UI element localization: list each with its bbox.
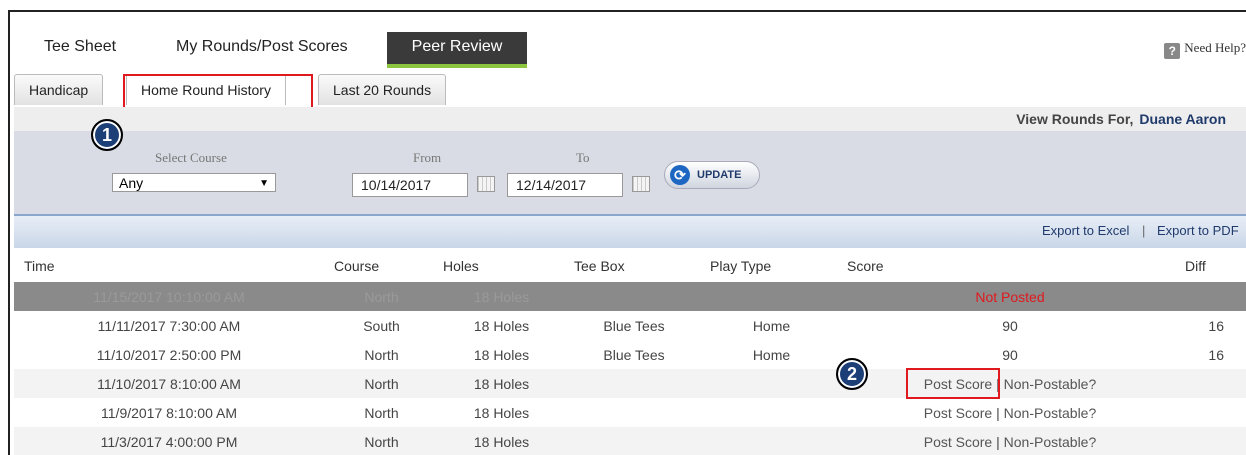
cell-time: 11/3/2017 4:00:00 PM	[100, 434, 238, 450]
from-date-input[interactable]: 10/14/2017	[352, 173, 468, 197]
nav-my-rounds[interactable]: My Rounds/Post Scores	[176, 32, 348, 64]
cell-score: 90	[1002, 318, 1018, 334]
col-time[interactable]: Time	[24, 258, 55, 274]
non-postable-link[interactable]: Non-Postable?	[1004, 405, 1097, 421]
need-help-link[interactable]: ? Need Help?	[1164, 40, 1246, 59]
update-label: UPDATE	[697, 169, 742, 181]
export-separator: |	[1142, 223, 1146, 238]
post-score-link[interactable]: Post Score	[924, 434, 992, 450]
cell-course: North	[364, 347, 399, 363]
cell-score-actions: Post Score | Non-Postable?	[894, 434, 1126, 450]
non-postable-link[interactable]: Non-Postable?	[1004, 376, 1097, 392]
cell-holes: 18 Holes	[473, 376, 530, 392]
cell-course: North	[364, 434, 399, 450]
cell-holes: 18 Holes	[473, 347, 530, 363]
nav-tee-sheet[interactable]: Tee Sheet	[44, 32, 116, 64]
cell-holes: 18 Holes	[473, 405, 530, 421]
link-separator: |	[996, 434, 1000, 450]
need-help-label: Need Help?	[1184, 40, 1246, 55]
cell-diff: 16	[1208, 318, 1224, 334]
cell-score: Not Posted	[975, 289, 1045, 305]
cell-holes: 18 Holes	[473, 289, 530, 305]
cell-diff: 16	[1208, 347, 1224, 363]
cell-play-type: Home	[752, 347, 791, 363]
cell-score-actions: Post Score | Non-Postable?	[894, 405, 1126, 421]
from-label: From	[413, 150, 442, 165]
cell-tee-box: Blue Tees	[603, 318, 665, 334]
table-row[interactable]: 11/3/2017 4:00:00 PM North 18 Holes Post…	[14, 427, 1246, 455]
table-row[interactable]: 11/10/2017 2:50:00 PM North 18 Holes Blu…	[14, 340, 1246, 369]
tab-handicap[interactable]: Handicap	[14, 74, 104, 105]
cell-course: South	[363, 318, 400, 334]
link-separator: |	[996, 405, 1000, 421]
course-select[interactable]: Any ▼	[112, 173, 276, 192]
cell-course: North	[364, 405, 399, 421]
view-rounds-for: View Rounds For, Duane Aaron	[1016, 111, 1226, 127]
table-row[interactable]: 11/11/2017 7:30:00 AM South 18 Holes Blu…	[14, 311, 1246, 340]
table-header: Time Course Holes Tee Box Play Type Scor…	[14, 252, 1246, 280]
to-label: To	[576, 150, 590, 165]
col-holes[interactable]: Holes	[443, 258, 479, 274]
col-tee-box[interactable]: Tee Box	[574, 258, 625, 274]
cell-time: 11/9/2017 8:10:00 AM	[101, 405, 237, 421]
nav-peer-review[interactable]: Peer Review	[387, 32, 527, 68]
step-badge-1: 1	[91, 119, 123, 151]
col-score[interactable]: Score	[847, 258, 884, 274]
step-badge-2: 2	[836, 358, 868, 390]
select-course-label: Select Course	[155, 150, 227, 165]
course-select-value: Any	[119, 175, 144, 191]
post-score-link[interactable]: Post Score	[924, 405, 992, 421]
top-nav: Tee Sheet My Rounds/Post Scores Peer Rev…	[0, 32, 1246, 68]
col-diff[interactable]: Diff	[1185, 258, 1206, 274]
to-date-input[interactable]: 12/14/2017	[507, 173, 623, 197]
post-score-highlight-box	[906, 368, 1000, 399]
export-excel-link[interactable]: Export to Excel	[1042, 223, 1129, 238]
tab-highlight-box	[123, 74, 313, 109]
cell-time: 11/15/2017 10:10:00 AM	[93, 289, 245, 305]
table-row[interactable]: 11/10/2017 8:10:00 AM North 18 Holes Pos…	[14, 369, 1246, 398]
col-course[interactable]: Course	[334, 258, 379, 274]
tab-last-20-rounds[interactable]: Last 20 Rounds	[318, 74, 447, 105]
non-postable-link[interactable]: Non-Postable?	[1004, 434, 1097, 450]
cell-holes: 18 Holes	[473, 434, 530, 450]
calendar-icon[interactable]	[477, 176, 495, 192]
refresh-icon: ⟳	[670, 165, 690, 185]
help-icon: ?	[1164, 43, 1181, 59]
member-name[interactable]: Duane Aaron	[1139, 111, 1226, 127]
cell-time: 11/11/2017 7:30:00 AM	[97, 318, 241, 334]
col-play-type[interactable]: Play Type	[710, 258, 771, 274]
view-rounds-label: View Rounds For,	[1016, 111, 1134, 127]
update-button[interactable]: ⟳ UPDATE	[664, 161, 760, 189]
export-pdf-link[interactable]: Export to PDF	[1157, 223, 1239, 238]
table-row[interactable]: 11/15/2017 10:10:00 AM North 18 Holes No…	[14, 282, 1246, 311]
cell-course: North	[364, 289, 399, 305]
chevron-down-icon: ▼	[259, 178, 269, 189]
cell-holes: 18 Holes	[473, 318, 530, 334]
cell-time: 11/10/2017 8:10:00 AM	[97, 376, 241, 392]
table-row[interactable]: 11/9/2017 8:10:00 AM North 18 Holes Post…	[14, 398, 1246, 427]
calendar-icon[interactable]	[632, 176, 650, 192]
cell-course: North	[364, 376, 399, 392]
cell-time: 11/10/2017 2:50:00 PM	[96, 347, 242, 363]
cell-score: 90	[1002, 347, 1018, 363]
cell-tee-box: Blue Tees	[603, 347, 665, 363]
cell-play-type: Home	[752, 318, 791, 334]
